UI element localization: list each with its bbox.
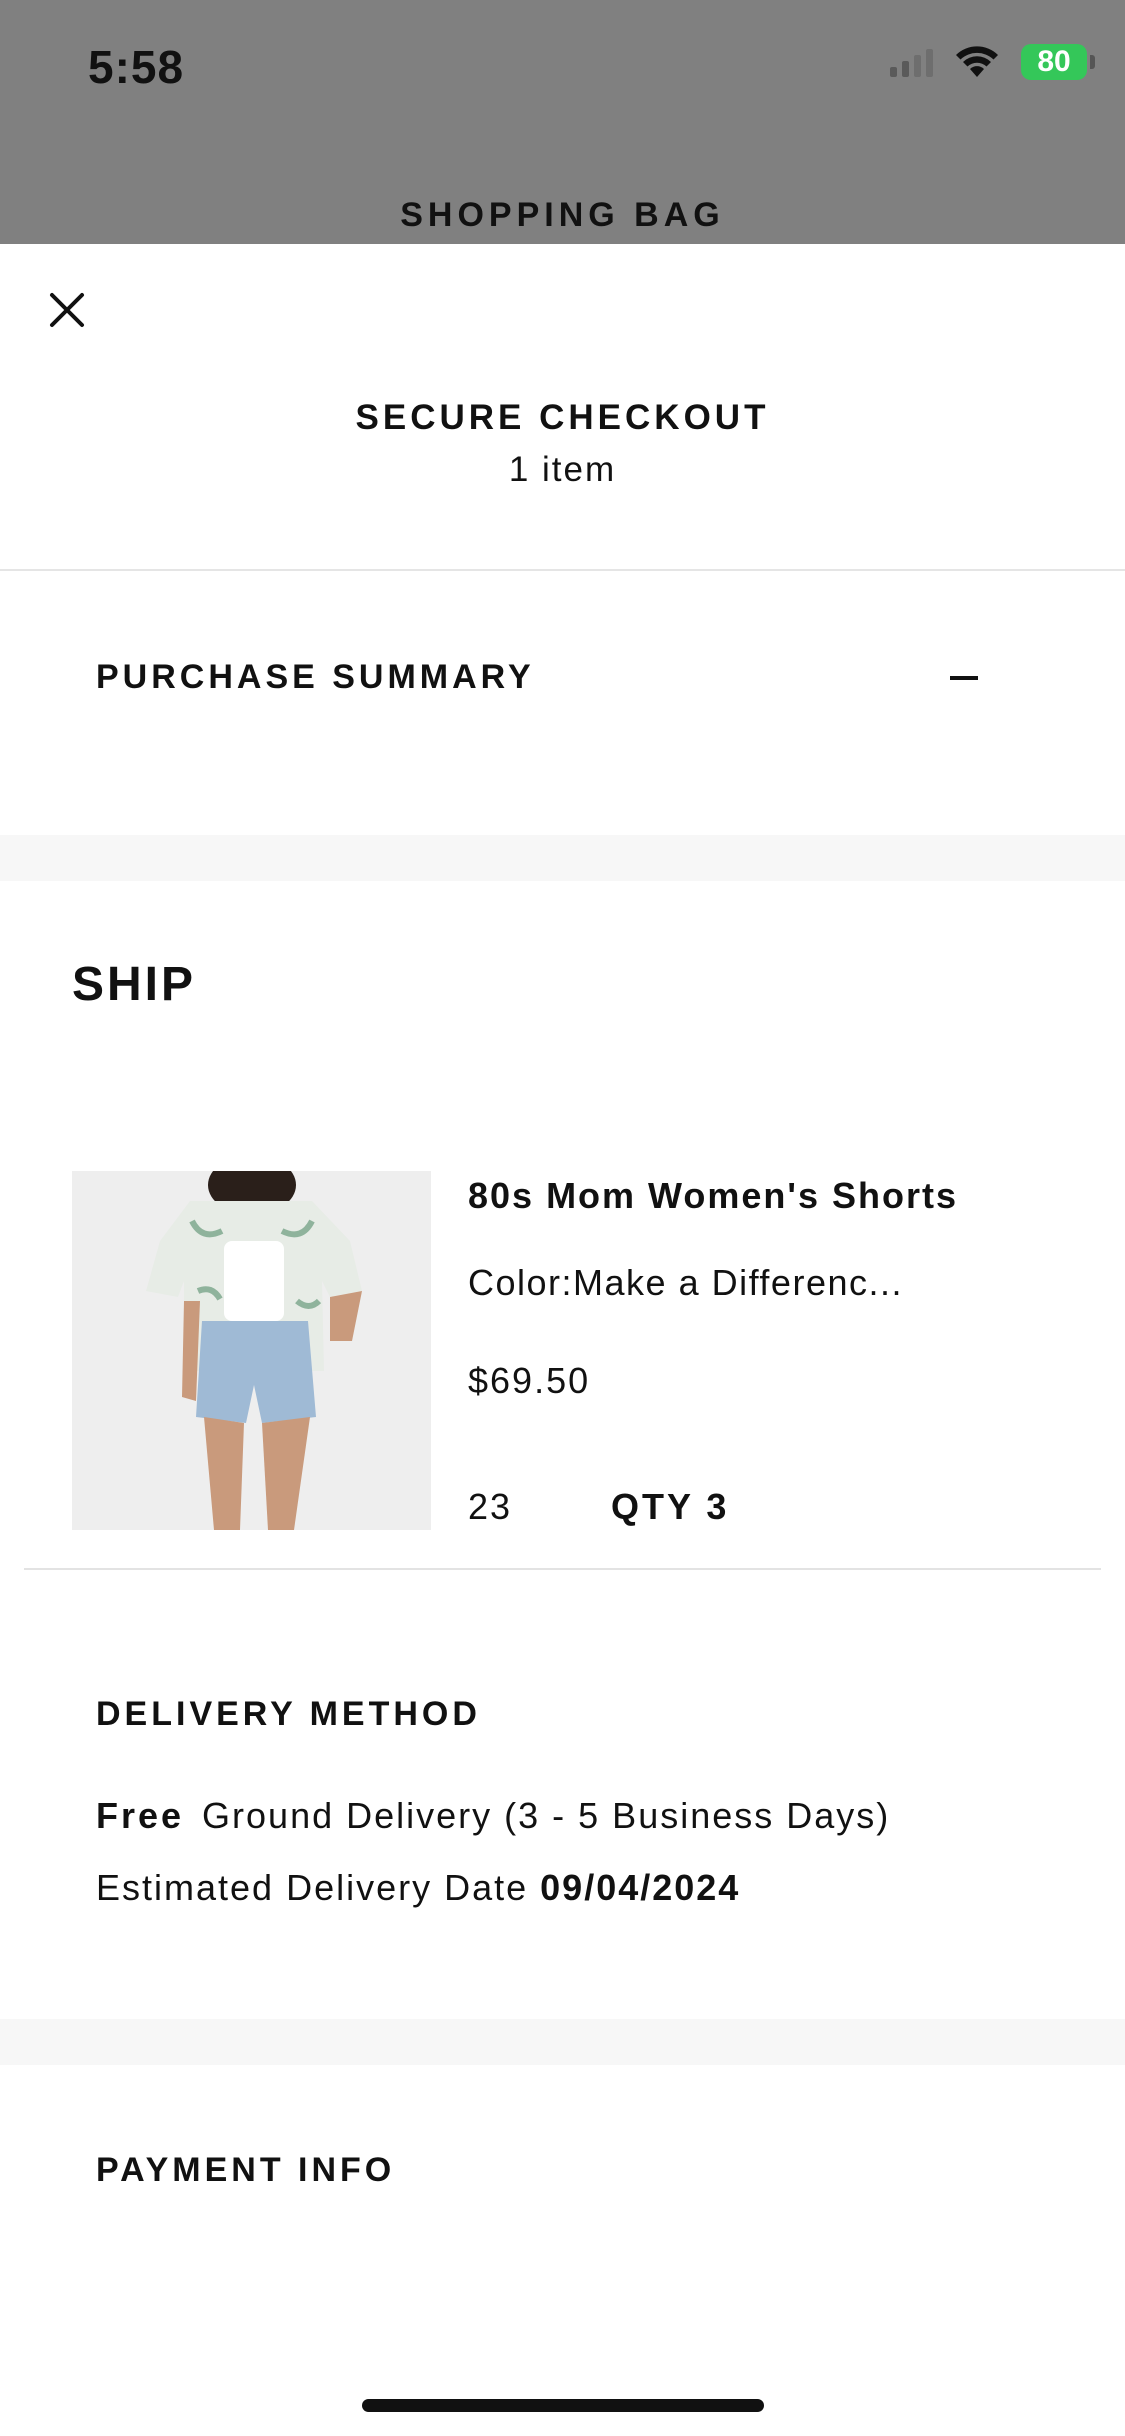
cellular-signal-icon — [890, 47, 933, 77]
wifi-icon — [956, 46, 998, 77]
product-price: $69.50 — [468, 1360, 591, 1401]
status-icons: 80 — [890, 44, 1095, 80]
minus-icon[interactable] — [950, 676, 978, 680]
header-divider — [0, 569, 1125, 571]
section-separator — [0, 835, 1125, 881]
background-page-title: SHOPPING BAG — [400, 196, 725, 234]
delivery-method-heading: DELIVERY METHOD — [96, 1695, 481, 1733]
payment-info-heading[interactable]: PAYMENT INFO — [96, 2151, 395, 2190]
estimated-delivery-label: Estimated Delivery Date — [96, 1867, 529, 1908]
product-quantity: QTY 3 — [611, 1486, 730, 1527]
section-separator — [0, 2019, 1125, 2065]
battery-charging-icon: 80 — [1021, 44, 1095, 80]
product-color: Color:Make a Differenc... — [468, 1262, 903, 1303]
item-count: 1 item — [508, 450, 617, 489]
battery-percent: 80 — [1037, 45, 1071, 78]
item-divider — [24, 1568, 1101, 1570]
product-name[interactable]: 80s Mom Women's Shorts — [468, 1175, 958, 1217]
dimmed-backdrop[interactable]: 5:58 80 SHOPPING BAG — [0, 0, 1125, 244]
estimated-delivery-date: 09/04/2024 — [540, 1867, 741, 1908]
purchase-summary-label[interactable]: PURCHASE SUMMARY — [96, 658, 535, 697]
product-size: 23 — [468, 1486, 513, 1527]
checkout-title: SECURE CHECKOUT — [355, 398, 770, 437]
estimated-delivery: Estimated Delivery Date 09/04/2024 — [96, 1867, 740, 1909]
checkout-sheet: SECURE CHECKOUT 1 item PURCHASE SUMMARY … — [0, 244, 1125, 2436]
delivery-method-option[interactable]: Free Ground Delivery (3 - 5 Business Days… — [96, 1795, 890, 1837]
ship-heading: SHIP — [72, 958, 197, 1011]
delivery-method-name: Ground Delivery (3 - 5 Business Days) — [202, 1795, 891, 1836]
home-indicator[interactable] — [362, 2399, 764, 2412]
status-time: 5:58 — [88, 41, 185, 93]
delivery-cost: Free — [96, 1795, 185, 1836]
close-icon[interactable] — [44, 287, 90, 333]
product-image[interactable] — [72, 1171, 431, 1530]
